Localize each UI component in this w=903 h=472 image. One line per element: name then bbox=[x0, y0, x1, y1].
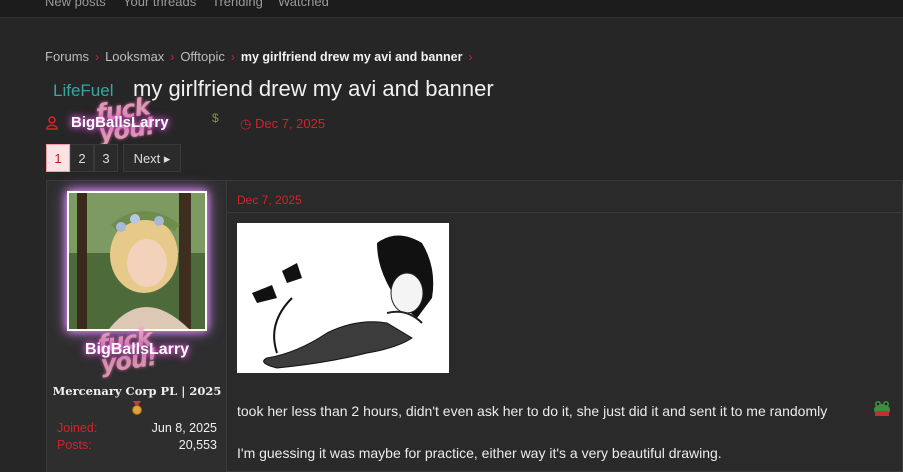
chevron-right-icon: › bbox=[230, 50, 235, 64]
avatar[interactable] bbox=[67, 191, 207, 331]
post-text-line-2: I'm guessing it was maybe for practice, … bbox=[237, 445, 722, 461]
thread-date-text: Dec 7, 2025 bbox=[254, 116, 326, 131]
thread-author[interactable]: BigBallsLarry bbox=[71, 114, 169, 131]
joined-label: Joined: bbox=[57, 421, 98, 435]
post-attachment-image[interactable] bbox=[237, 223, 449, 373]
chevron-right-icon: › bbox=[468, 50, 473, 64]
breadcrumb-looksmax[interactable]: Looksmax bbox=[105, 49, 164, 64]
post: fuck you! BigBallsLarry Mercenary Corp P… bbox=[46, 180, 903, 472]
user-title: Mercenary Corp PL | 2025 bbox=[52, 384, 222, 398]
breadcrumb-forums[interactable]: Forums bbox=[45, 49, 89, 64]
post-user-sidebar: fuck you! BigBallsLarry Mercenary Corp P… bbox=[47, 181, 227, 472]
top-navigation: New posts Your threads Trending Watched bbox=[0, 0, 903, 18]
chevron-right-icon: › bbox=[95, 50, 100, 64]
next-page-button[interactable]: Next ▸ bbox=[123, 144, 181, 172]
breadcrumb-offtopic[interactable]: Offtopic bbox=[180, 49, 225, 64]
avatar-image bbox=[69, 193, 205, 329]
medal-icon bbox=[132, 401, 142, 415]
post-content: Dec 7, 2025 took her less than 2 hours, … bbox=[227, 181, 903, 472]
posts-value[interactable]: 20,553 bbox=[179, 438, 217, 452]
posts-label: Posts: bbox=[57, 438, 92, 452]
nav-your-threads[interactable]: Your threads bbox=[123, 0, 196, 9]
post-text-line-1: took her less than 2 hours, didn't even … bbox=[237, 403, 828, 419]
money-icon: $ bbox=[212, 111, 219, 125]
post-date[interactable]: Dec 7, 2025 bbox=[237, 193, 302, 207]
user-icon bbox=[46, 116, 58, 130]
post-author-name[interactable]: BigBallsLarry bbox=[47, 341, 227, 359]
page-2-button[interactable]: 2 bbox=[70, 144, 94, 172]
frog-emoji-icon bbox=[874, 401, 890, 416]
thread-date[interactable]: ◷ Dec 7, 2025 bbox=[240, 116, 325, 132]
nav-new-posts[interactable]: New posts bbox=[45, 0, 106, 9]
breadcrumb: Forums › Looksmax › Offtopic › my girlfriend d… bbox=[45, 49, 478, 64]
page-1-button[interactable]: 1 bbox=[46, 144, 70, 172]
nav-watched[interactable]: Watched bbox=[278, 0, 329, 9]
drawing-image bbox=[237, 223, 449, 373]
chevron-right-icon: › bbox=[170, 50, 175, 64]
divider bbox=[227, 212, 903, 213]
breadcrumb-current-thread[interactable]: my girlfriend drew my avi and banner bbox=[241, 50, 463, 64]
page-3-button[interactable]: 3 bbox=[94, 144, 118, 172]
nav-trending[interactable]: Trending bbox=[212, 0, 263, 9]
thread-meta: fuck you! BigBallsLarry $ ◷ Dec 7, 2025 bbox=[45, 92, 445, 147]
joined-value: Jun 8, 2025 bbox=[151, 421, 217, 435]
